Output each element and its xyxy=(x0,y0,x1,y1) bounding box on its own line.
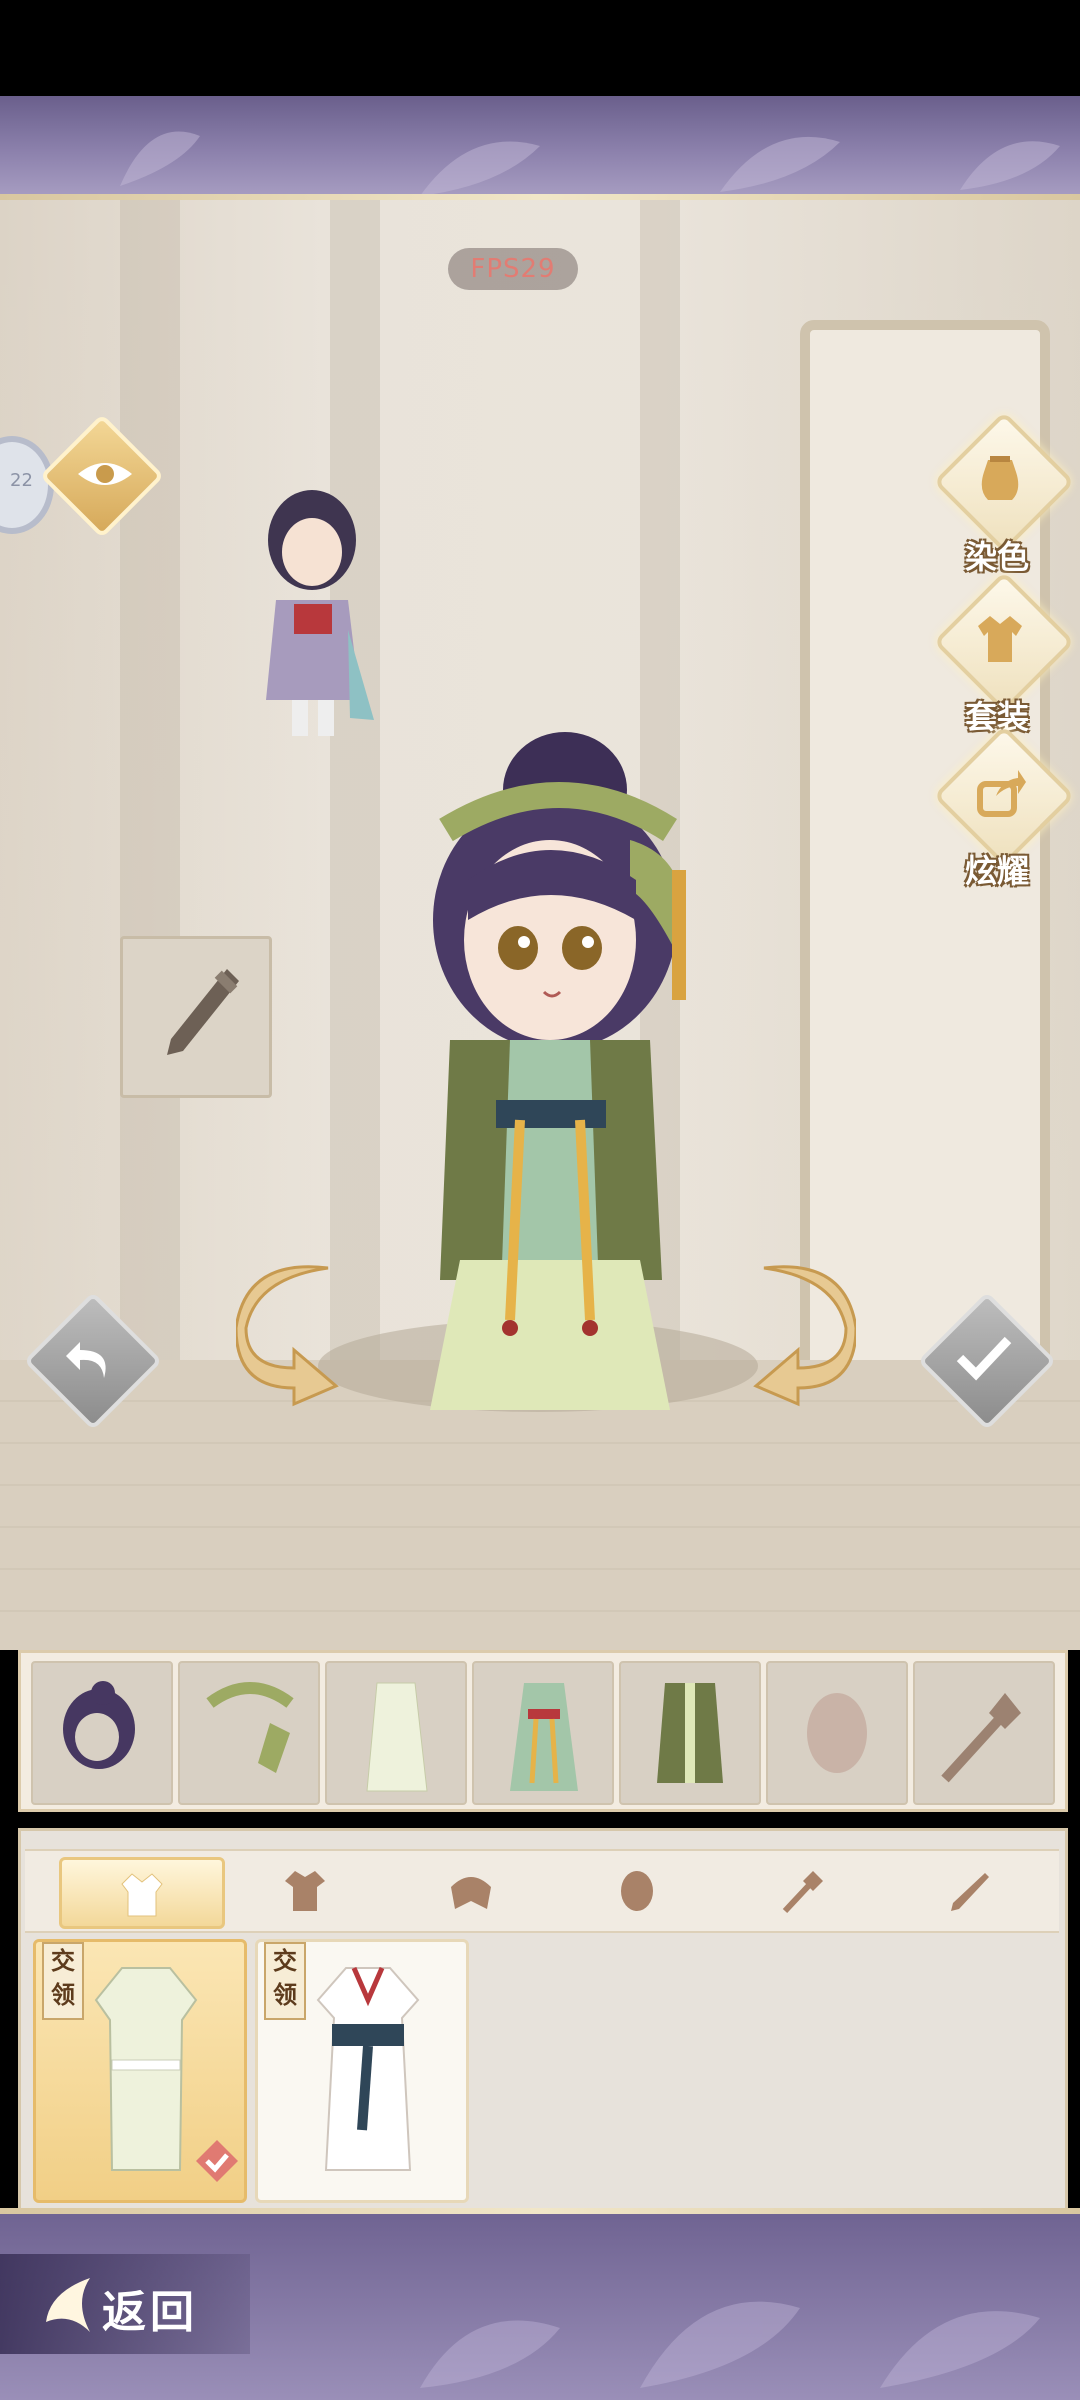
item-card[interactable]: 交领 xyxy=(255,1939,469,2203)
fps-counter: FPS29 xyxy=(448,248,578,290)
rotate-right-arrow[interactable] xyxy=(746,1258,856,1408)
tab-mask[interactable] xyxy=(557,1857,717,1923)
eye-icon xyxy=(78,463,132,485)
hairpin-icon xyxy=(941,1693,1021,1783)
rotate-left-arrow[interactable] xyxy=(236,1258,346,1408)
dye-button[interactable]: 染色 xyxy=(932,411,1075,580)
jacket-icon xyxy=(285,1871,325,1911)
dagger-icon xyxy=(951,1873,989,1911)
slot-hairstyle[interactable] xyxy=(31,1661,173,1805)
outer-vest-icon xyxy=(657,1683,723,1783)
share-icon xyxy=(977,770,1026,817)
slot-mask[interactable] xyxy=(766,1661,908,1805)
robe-icon xyxy=(121,1873,163,1917)
equipped-slots-bar xyxy=(18,1650,1068,1812)
slot-headband[interactable] xyxy=(178,1661,320,1805)
weapon-slot[interactable] xyxy=(120,936,272,1098)
undo-icon xyxy=(66,1342,106,1378)
tab-jacket[interactable] xyxy=(225,1857,385,1923)
slot-dress[interactable] xyxy=(472,1661,614,1805)
tab-cape[interactable] xyxy=(391,1857,551,1923)
slot-inner-robe[interactable] xyxy=(325,1661,467,1805)
show-off-button[interactable]: 炫耀 xyxy=(932,725,1075,894)
hair-ribbon-icon xyxy=(206,1682,294,1773)
back-button[interactable]: 返回 xyxy=(0,2254,250,2354)
undo-button[interactable] xyxy=(23,1291,163,1431)
back-leaf-icon xyxy=(46,2278,90,2332)
hairpin-icon xyxy=(782,1871,823,1914)
slot-vest[interactable] xyxy=(619,1661,761,1805)
tab-hairpin[interactable] xyxy=(723,1857,883,1923)
tab-dagger[interactable] xyxy=(889,1857,1049,1923)
outfit-set-button[interactable]: 套装 xyxy=(932,571,1075,740)
side-toggle-text: 22 xyxy=(10,470,33,491)
slot-hairpin[interactable] xyxy=(913,1661,1055,1805)
equipped-check-icon xyxy=(196,2140,238,2182)
outfit-set-icon xyxy=(978,616,1022,662)
mask-icon xyxy=(621,1871,653,1911)
wardrobe-panel: 交领 交领 xyxy=(18,1828,1068,2214)
show-off-label: 炫耀 xyxy=(964,852,1029,890)
tab-robe[interactable] xyxy=(59,1857,225,1929)
ginkgo-pattern xyxy=(120,131,1060,196)
face-mask-icon xyxy=(807,1693,867,1773)
top-banner xyxy=(0,96,1080,200)
status-bar xyxy=(0,0,1080,96)
mini-character-preview[interactable] xyxy=(250,480,380,750)
hairstyle-icon xyxy=(63,1681,135,1769)
dress-icon xyxy=(510,1683,578,1791)
category-tabs xyxy=(25,1849,1059,1933)
confirm-button[interactable] xyxy=(917,1291,1057,1431)
cape-icon xyxy=(451,1877,491,1909)
checkmark-icon xyxy=(956,1336,1012,1381)
dye-jar-icon xyxy=(981,456,1019,500)
view-toggle-button[interactable] xyxy=(0,0,165,539)
dagger-icon xyxy=(167,969,239,1055)
robe-item-icon xyxy=(316,1966,420,2171)
back-label: 返回 xyxy=(102,2287,198,2338)
item-card-selected[interactable]: 交领 xyxy=(33,1939,247,2203)
inner-robe-icon xyxy=(366,1682,428,1792)
dye-label: 染色 xyxy=(964,538,1029,576)
main-character[interactable] xyxy=(400,720,720,1430)
